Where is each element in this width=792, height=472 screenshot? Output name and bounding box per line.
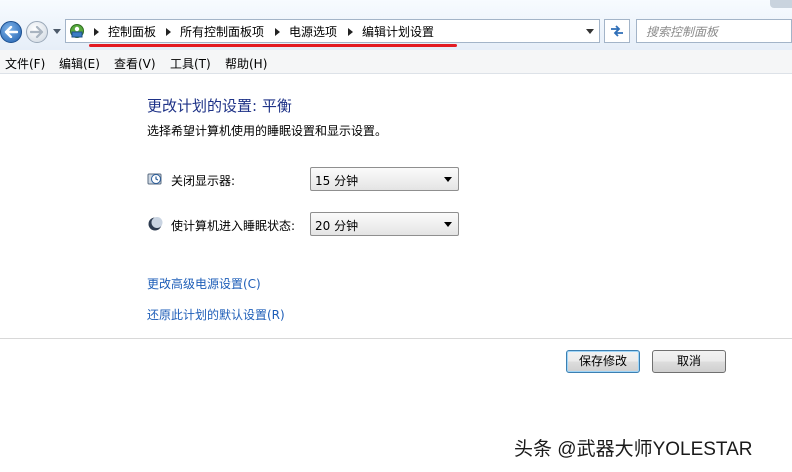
watermark-text: 头条 @武器大师YOLESTAR xyxy=(514,439,753,460)
back-arrow-icon xyxy=(4,26,18,38)
moon-icon xyxy=(148,217,163,231)
cancel-button[interactable]: 取消 xyxy=(652,350,726,373)
menu-help[interactable]: 帮助(H) xyxy=(225,55,267,72)
breadcrumb-separator-icon[interactable] xyxy=(275,28,280,36)
sleep-value: 20 分钟 xyxy=(315,219,359,233)
forward-arrow-icon xyxy=(30,26,44,38)
breadcrumb[interactable]: 控制面板 所有控制面板项 电源选项 编辑计划设置 xyxy=(65,19,600,43)
turn-off-display-select[interactable]: 15 分钟 xyxy=(310,167,459,191)
breadcrumb-power-options[interactable]: 电源选项 xyxy=(289,23,337,40)
forward-button[interactable] xyxy=(26,21,48,43)
sleep-label: 使计算机进入睡眠状态: xyxy=(171,219,296,233)
refresh-icon xyxy=(611,25,623,37)
restore-defaults-link[interactable]: 还原此计划的默认设置(R) xyxy=(147,306,285,323)
breadcrumb-separator-icon[interactable] xyxy=(348,28,353,36)
dropdown-arrow-icon xyxy=(444,222,452,227)
menu-bar: 文件(F) 编辑(E) 查看(V) 工具(T) 帮助(H) xyxy=(0,50,792,74)
turn-off-display-label: 关闭显示器: xyxy=(171,174,236,188)
breadcrumb-separator-icon[interactable] xyxy=(94,28,99,36)
breadcrumb-all-items[interactable]: 所有控制面板项 xyxy=(180,23,264,40)
address-bar-area: 控制面板 所有控制面板项 电源选项 编辑计划设置 搜索控制面板 xyxy=(0,0,792,50)
breadcrumb-separator-icon[interactable] xyxy=(166,28,171,36)
refresh-button[interactable] xyxy=(604,19,630,43)
menu-tools[interactable]: 工具(T) xyxy=(170,55,211,72)
breadcrumb-edit-plan[interactable]: 编辑计划设置 xyxy=(362,23,434,40)
back-button[interactable] xyxy=(0,21,22,43)
divider xyxy=(0,338,792,339)
red-underline-annotation xyxy=(89,44,457,47)
advanced-power-settings-link[interactable]: 更改高级电源设置(C) xyxy=(147,275,261,292)
save-button[interactable]: 保存修改 xyxy=(566,350,640,373)
page-title: 更改计划的设置: 平衡 xyxy=(147,97,292,115)
monitor-clock-icon xyxy=(147,173,162,185)
recent-pages-dropdown-icon[interactable] xyxy=(53,29,61,34)
menu-file[interactable]: 文件(F) xyxy=(5,55,45,72)
breadcrumb-control-panel[interactable]: 控制面板 xyxy=(108,23,156,40)
control-panel-icon xyxy=(70,24,84,38)
dropdown-arrow-icon xyxy=(444,177,452,182)
menu-view[interactable]: 查看(V) xyxy=(114,55,156,72)
turn-off-display-value: 15 分钟 xyxy=(315,174,359,188)
menu-edit[interactable]: 编辑(E) xyxy=(59,55,100,72)
address-history-dropdown-icon[interactable] xyxy=(586,29,594,34)
page-subtitle: 选择希望计算机使用的睡眠设置和显示设置。 xyxy=(147,124,388,138)
search-input[interactable]: 搜索控制面板 xyxy=(636,19,792,43)
window-close-button-edge[interactable] xyxy=(770,0,792,8)
sleep-select[interactable]: 20 分钟 xyxy=(310,212,459,236)
